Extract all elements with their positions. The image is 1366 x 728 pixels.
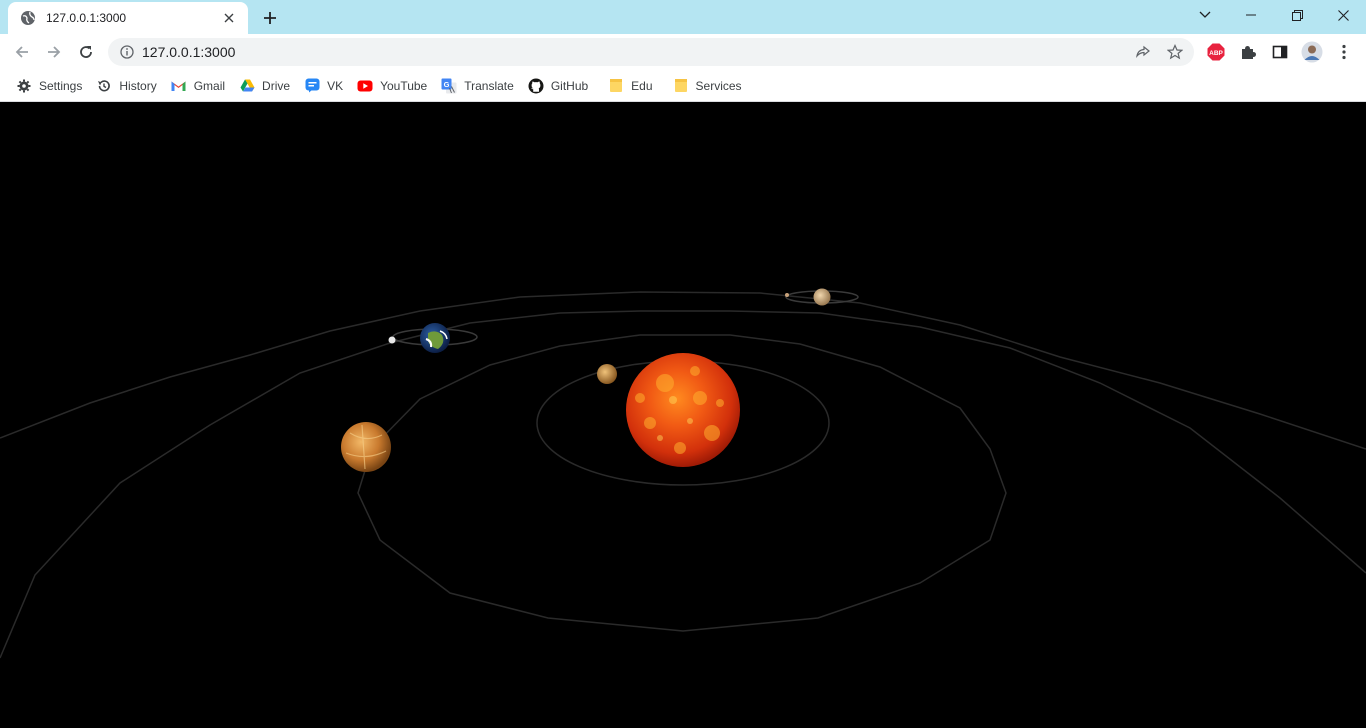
bookmark-label: Drive	[262, 78, 291, 93]
restore-button[interactable]	[1274, 0, 1320, 30]
bookmarks-bar: Settings History Gmail Drive VK YouTube …	[0, 70, 1366, 102]
folder-icon	[673, 78, 689, 94]
bookmark-label: VK	[327, 78, 344, 93]
info-icon[interactable]	[120, 45, 134, 59]
back-button[interactable]	[8, 38, 36, 66]
mars-moon[interactable]	[785, 293, 789, 297]
youtube-icon	[357, 78, 373, 94]
close-window-button[interactable]	[1320, 0, 1366, 30]
browser-tab[interactable]: 127.0.0.1:3000	[8, 2, 248, 34]
new-tab-button[interactable]	[258, 6, 282, 30]
bookmark-folder-edu[interactable]: Edu	[602, 73, 658, 99]
abp-label: ABP	[1209, 50, 1223, 57]
mercury[interactable]	[597, 364, 617, 384]
tab-title: 127.0.0.1:3000	[46, 11, 127, 25]
bookmark-history[interactable]: History	[90, 73, 162, 99]
mars[interactable]	[813, 288, 831, 306]
bookmark-label: Services	[695, 78, 742, 93]
globe-icon	[20, 10, 36, 26]
side-panel-icon[interactable]	[1268, 40, 1292, 64]
profile-avatar[interactable]	[1300, 40, 1324, 64]
bookmark-label: YouTube	[380, 78, 428, 93]
drive-icon	[239, 78, 255, 94]
bookmark-settings[interactable]: Settings	[10, 73, 88, 99]
bookmark-youtube[interactable]: YouTube	[351, 73, 433, 99]
tab-strip: 127.0.0.1:3000	[0, 0, 1366, 34]
address-url: 127.0.0.1:3000	[142, 44, 236, 60]
bookmark-label: Settings	[39, 78, 83, 93]
github-icon	[528, 78, 544, 94]
address-bar[interactable]: 127.0.0.1:3000	[108, 38, 1194, 66]
solar-system-scene[interactable]	[0, 103, 1366, 728]
tab-close-icon[interactable]	[220, 9, 238, 27]
share-icon[interactable]	[1134, 43, 1152, 61]
bookmark-star-icon[interactable]	[1166, 43, 1184, 61]
bookmark-drive[interactable]: Drive	[233, 73, 296, 99]
minimize-button[interactable]	[1228, 0, 1274, 30]
gear-icon	[16, 78, 32, 94]
moon[interactable]	[388, 336, 396, 344]
translate-icon: G	[441, 78, 457, 94]
tab-search-chevron-icon[interactable]	[1182, 0, 1228, 30]
folder-icon	[608, 78, 624, 94]
vk-icon	[304, 78, 320, 94]
bookmark-github[interactable]: GitHub	[522, 73, 594, 99]
adblock-extension-icon[interactable]: ABP	[1204, 40, 1228, 64]
solar-system-canvas[interactable]	[0, 103, 1366, 728]
menu-kebab-icon[interactable]	[1332, 40, 1356, 64]
bookmark-gmail[interactable]: Gmail	[165, 73, 231, 99]
bookmark-translate[interactable]: G Translate	[435, 73, 520, 99]
venus[interactable]	[341, 422, 391, 472]
extensions-puzzle-icon[interactable]	[1236, 40, 1260, 64]
sun[interactable]	[626, 353, 740, 467]
bookmark-label: Translate	[464, 78, 514, 93]
bookmark-label: Gmail	[193, 78, 226, 93]
bookmark-label: Edu	[631, 78, 653, 93]
bookmark-vk[interactable]: VK	[298, 73, 349, 99]
forward-button[interactable]	[40, 38, 68, 66]
earth[interactable]	[420, 323, 450, 353]
bookmark-label: GitHub	[550, 78, 589, 93]
svg-text:G: G	[444, 80, 450, 89]
bookmark-folder-services[interactable]: Services	[667, 73, 748, 99]
bookmark-label: History	[119, 78, 157, 93]
history-icon	[96, 78, 112, 94]
browser-toolbar: 127.0.0.1:3000 ABP	[0, 34, 1366, 70]
gmail-icon	[171, 78, 187, 94]
reload-button[interactable]	[72, 38, 100, 66]
